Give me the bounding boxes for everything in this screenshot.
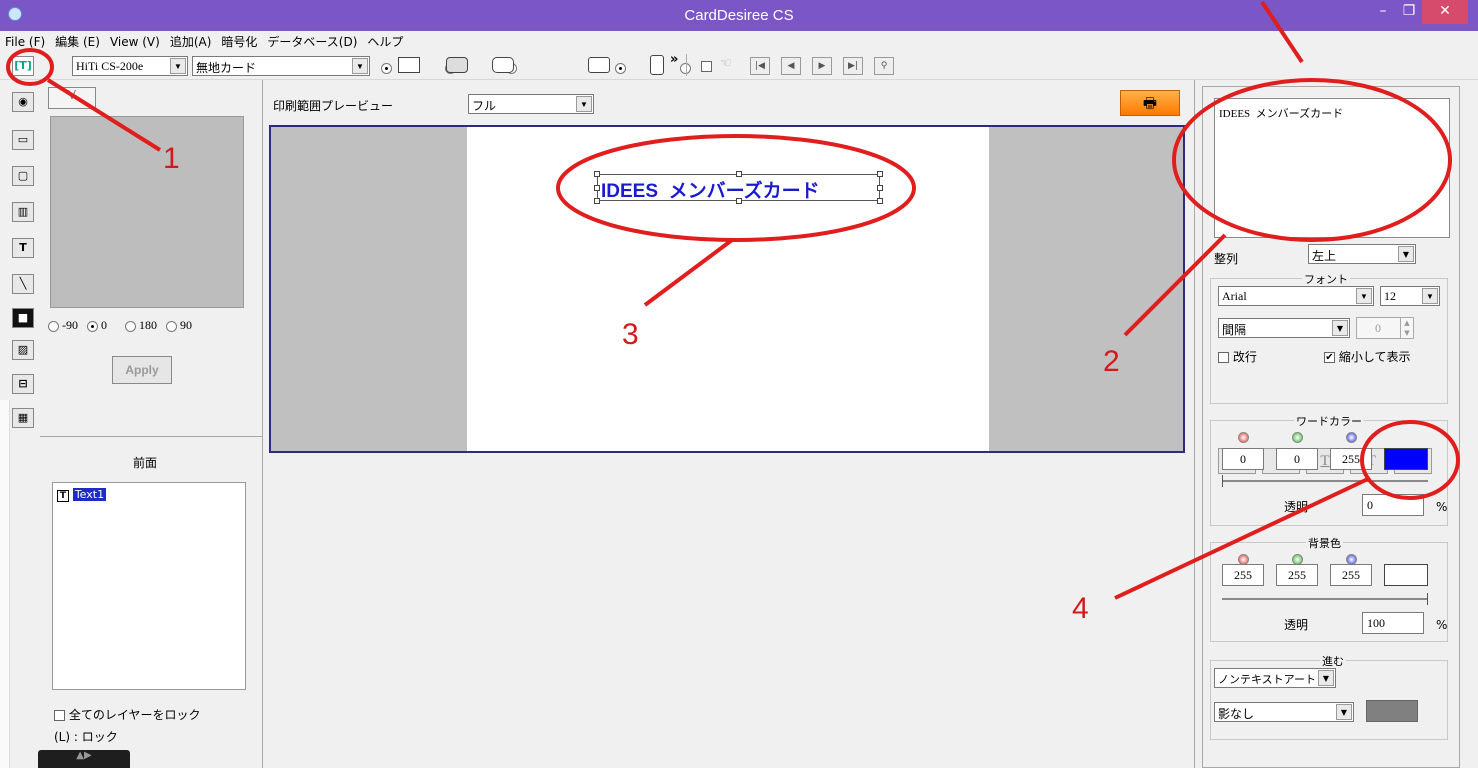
- annotation-line-3: [643, 238, 734, 307]
- annotation-line-2: [1260, 0, 1304, 64]
- annotation-ellipse-1: [6, 48, 54, 86]
- annotation-label-3: 3: [622, 318, 639, 351]
- annotation-label-1: 1: [163, 142, 180, 175]
- annotation-overlay: [6, 0, 1460, 600]
- annotation-label-4: 4: [1072, 592, 1089, 625]
- annotation-line-2b: [1123, 233, 1227, 337]
- annotation-label-2: 2: [1103, 345, 1120, 378]
- annotation-line-1: [46, 78, 162, 152]
- annotation-ellipse-2: [1172, 78, 1452, 242]
- annotation-line-4: [1114, 476, 1371, 600]
- annotation-ellipse-3: [556, 134, 916, 242]
- annotation-ellipse-4: [1360, 420, 1460, 500]
